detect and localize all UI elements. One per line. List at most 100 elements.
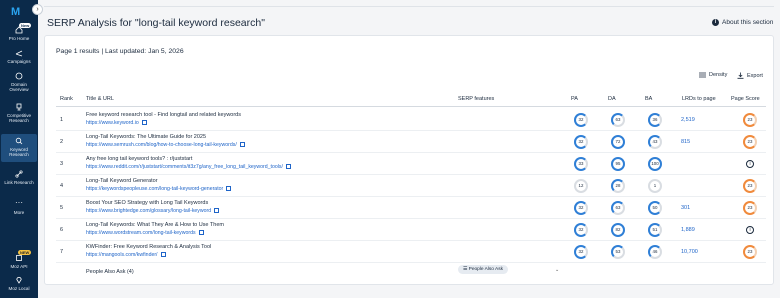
sidebar-item-moz-api[interactable]: Moz API <box>1 254 37 269</box>
result-url[interactable]: https://www.wordstream.com/long-tail-key… <box>86 230 204 236</box>
people-also-ask-feature-pill[interactable]: ☰ People Also Ask <box>458 265 509 274</box>
link-icon <box>15 170 23 178</box>
da-score-ring: 72 <box>611 135 625 149</box>
column-header-lrds[interactable]: LRDs to page <box>682 96 716 102</box>
density-button[interactable]: Density <box>699 72 727 78</box>
result-title[interactable]: Long-Tail Keywords: The Ultimate Guide f… <box>86 134 206 140</box>
result-url[interactable]: https://www.brightedge.com/glossary/long… <box>86 208 220 214</box>
ba-score-ring: 46 <box>648 245 662 259</box>
home-icon <box>15 26 23 34</box>
rank-cell: 6 <box>60 227 64 233</box>
result-title[interactable]: Long-Tail Keywords: What They Are & How … <box>86 222 224 228</box>
external-link-icon[interactable] <box>198 230 204 235</box>
page-score-ring: 23 <box>743 113 757 127</box>
table-row: 3 Any free long tail keyword tools? : r/… <box>56 153 766 175</box>
external-link-icon[interactable] <box>239 142 245 147</box>
da-score-ring: 63 <box>611 113 625 127</box>
rank-cell: 5 <box>60 205 64 211</box>
ba-score-ring: 51 <box>648 223 662 237</box>
page-score-ring: 23 <box>743 135 757 149</box>
people-also-ask-row[interactable]: People Also Ask (4) <box>86 269 134 275</box>
page-score-ring: 23 <box>743 201 757 215</box>
url-text[interactable]: https://www.reddit.com/r/juststart/comme… <box>86 164 283 170</box>
trophy-icon <box>16 103 22 111</box>
url-text[interactable]: https://keywordspeopleuse.com/long-tail-… <box>86 186 223 192</box>
column-header-title-url[interactable]: Title & URL <box>86 96 114 102</box>
column-header-page-score[interactable]: Page Score <box>731 96 760 102</box>
sidebar-item-more[interactable]: ··· More <box>1 198 37 216</box>
column-header-pa[interactable]: PA <box>571 96 578 102</box>
column-header-serp-features[interactable]: SERP features <box>458 96 494 102</box>
export-button[interactable]: Export <box>737 72 763 79</box>
column-header-ba[interactable]: BA <box>645 96 652 102</box>
rank-cell: 7 <box>60 249 64 255</box>
external-link-icon[interactable] <box>160 252 166 257</box>
da-score-ring: 95 <box>611 157 625 171</box>
column-header-rank[interactable]: Rank <box>60 96 73 102</box>
api-icon <box>16 255 22 261</box>
sidebar-item-moz-local[interactable]: Moz Local <box>1 276 37 291</box>
result-title[interactable]: KWFinder: Free Keyword Research & Analys… <box>86 244 211 250</box>
result-url[interactable]: https://mangools.com/kwfinder/ <box>86 252 166 258</box>
da-score-ring: 82 <box>611 223 625 237</box>
result-title[interactable]: Any free long tail keyword tools? : r/ju… <box>86 156 192 162</box>
result-url[interactable]: https://www.semrush.com/blog/how-to-choo… <box>86 142 245 148</box>
column-header-da[interactable]: DA <box>608 96 616 102</box>
sidebar-item-label: Pro Home <box>8 36 30 41</box>
page-score-ring: 23 <box>743 179 757 193</box>
external-link-icon[interactable] <box>214 208 220 213</box>
feature-pill-label: People Also Ask <box>468 267 504 272</box>
url-text[interactable]: https://www.keyword.io <box>86 120 139 126</box>
export-label: Export <box>747 72 763 79</box>
lrd-value[interactable]: 815 <box>681 139 690 145</box>
sidebar-item-label: Moz Local <box>8 286 30 291</box>
result-url[interactable]: https://www.keyword.io <box>86 120 147 126</box>
url-text[interactable]: https://www.wordstream.com/long-tail-key… <box>86 230 196 236</box>
chevron-down-icon[interactable]: ⌄ <box>555 267 559 273</box>
info-icon[interactable]: i <box>746 160 754 168</box>
info-icon[interactable]: i <box>746 226 754 234</box>
lrd-value[interactable]: 301 <box>681 205 690 211</box>
external-link-icon[interactable] <box>141 120 147 125</box>
serp-results-card: Page 1 results | Last updated: Jan 5, 20… <box>44 35 774 285</box>
sidebar-item-label: Link Research <box>4 180 34 185</box>
url-text[interactable]: https://mangools.com/kwfinder/ <box>86 252 158 258</box>
table-row: 4 Long-Tail Keyword Generator https://ke… <box>56 175 766 197</box>
url-text[interactable]: https://www.brightedge.com/glossary/long… <box>86 208 211 214</box>
more-icon: ··· <box>15 198 23 207</box>
sidebar-collapse-button[interactable]: › <box>32 4 43 15</box>
moz-logo[interactable]: M <box>11 6 20 18</box>
url-text[interactable]: https://www.semrush.com/blog/how-to-choo… <box>86 142 237 148</box>
rank-cell: 1 <box>60 117 64 123</box>
sidebar-item-domain-overview[interactable]: Domain Overview <box>1 72 37 92</box>
result-url[interactable]: https://keywordspeopleuse.com/long-tail-… <box>86 186 232 192</box>
sidebar-item-link-research[interactable]: Link Research <box>1 170 37 185</box>
result-title[interactable]: Long-Tail Keyword Generator <box>86 178 158 184</box>
lrd-value[interactable]: 10,700 <box>681 249 698 255</box>
density-label: Density <box>709 72 728 78</box>
header-divider <box>56 106 766 107</box>
sidebar-item-campaigns[interactable]: Campaigns <box>1 49 37 64</box>
page-title: SERP Analysis for "long-tail keyword res… <box>47 17 265 29</box>
about-section-link[interactable]: i About this section <box>712 19 773 26</box>
sidebar-item-pro-home[interactable]: Pro Home <box>1 26 37 41</box>
rank-cell: 2 <box>60 139 64 145</box>
pa-score-ring: 32 <box>574 223 588 237</box>
table-row: 7 KWFinder: Free Keyword Research & Anal… <box>56 241 766 263</box>
ba-score-ring: 100 <box>648 157 662 171</box>
sidebar-item-keyword-research[interactable]: Keyword Research <box>1 134 37 162</box>
external-link-icon[interactable] <box>226 186 232 191</box>
lrd-value[interactable]: 1,889 <box>681 227 695 233</box>
external-link-icon[interactable] <box>285 164 291 169</box>
density-icon <box>699 72 706 78</box>
result-url[interactable]: https://www.reddit.com/r/juststart/comme… <box>86 164 291 170</box>
table-row: 5 Boost Your SEO Strategy with Long Tail… <box>56 197 766 219</box>
sidebar-item-label: Competitive Research <box>6 113 32 123</box>
sidebar-item-competitive-research[interactable]: Competitive Research <box>1 103 37 123</box>
lrd-value[interactable]: 2,519 <box>681 117 695 123</box>
result-title[interactable]: Free keyword research tool - Find longta… <box>86 112 241 118</box>
ba-score-ring: 50 <box>648 201 662 215</box>
sidebar-item-label: Campaigns <box>7 59 31 64</box>
da-score-ring: 28 <box>611 179 625 193</box>
result-title[interactable]: Boost Your SEO Strategy with Long Tail K… <box>86 200 208 206</box>
